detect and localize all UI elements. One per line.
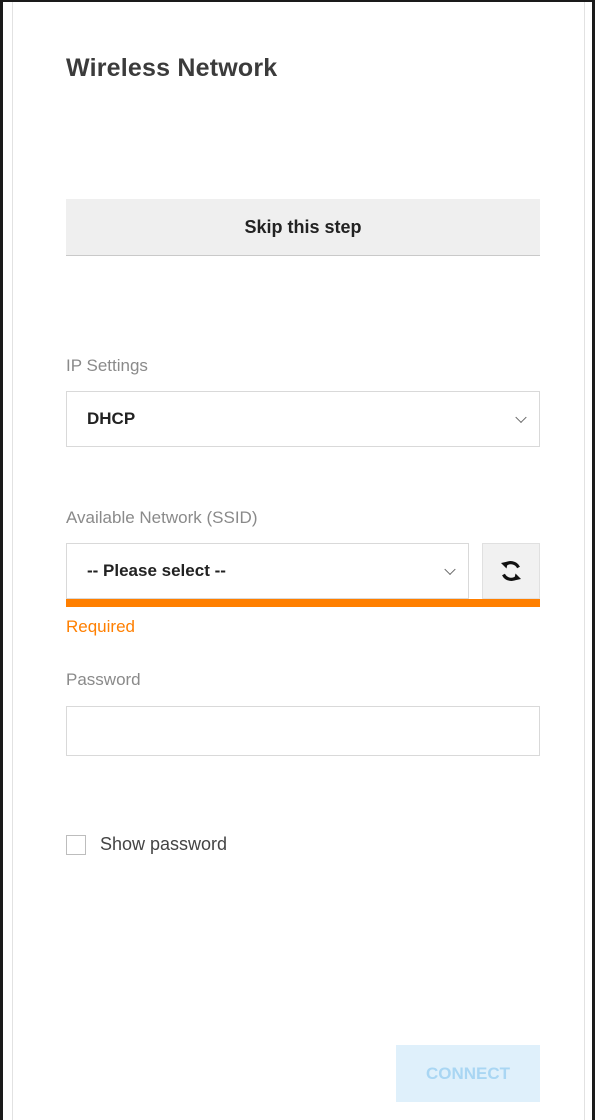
show-password-row[interactable]: Show password [66, 834, 227, 855]
page-title: Wireless Network [66, 54, 278, 82]
ip-settings-select[interactable]: DHCP [66, 391, 540, 447]
ip-settings-value: DHCP [87, 409, 136, 428]
network-value: -- Please select -- [87, 561, 226, 580]
network-select[interactable]: -- Please select -- [66, 543, 469, 599]
show-password-label: Show password [100, 834, 228, 854]
network-label: Available Network (SSID) [66, 508, 258, 527]
password-field[interactable] [66, 706, 540, 756]
chevron-down-icon [444, 563, 456, 576]
ip-settings-label: IP Settings [66, 356, 148, 375]
connect-button[interactable]: CONNECT [396, 1045, 540, 1102]
panel-left-edge [12, 2, 13, 1120]
skip-step-button[interactable]: Skip this step [66, 199, 540, 256]
required-error-text: Required [66, 617, 135, 636]
panel-right-edge [584, 2, 585, 1120]
validation-error-bar [66, 599, 540, 607]
refresh-icon [501, 561, 521, 581]
chevron-down-icon [515, 411, 527, 424]
refresh-networks-button[interactable] [482, 543, 540, 599]
password-label: Password [66, 670, 141, 689]
show-password-checkbox[interactable] [66, 834, 86, 855]
